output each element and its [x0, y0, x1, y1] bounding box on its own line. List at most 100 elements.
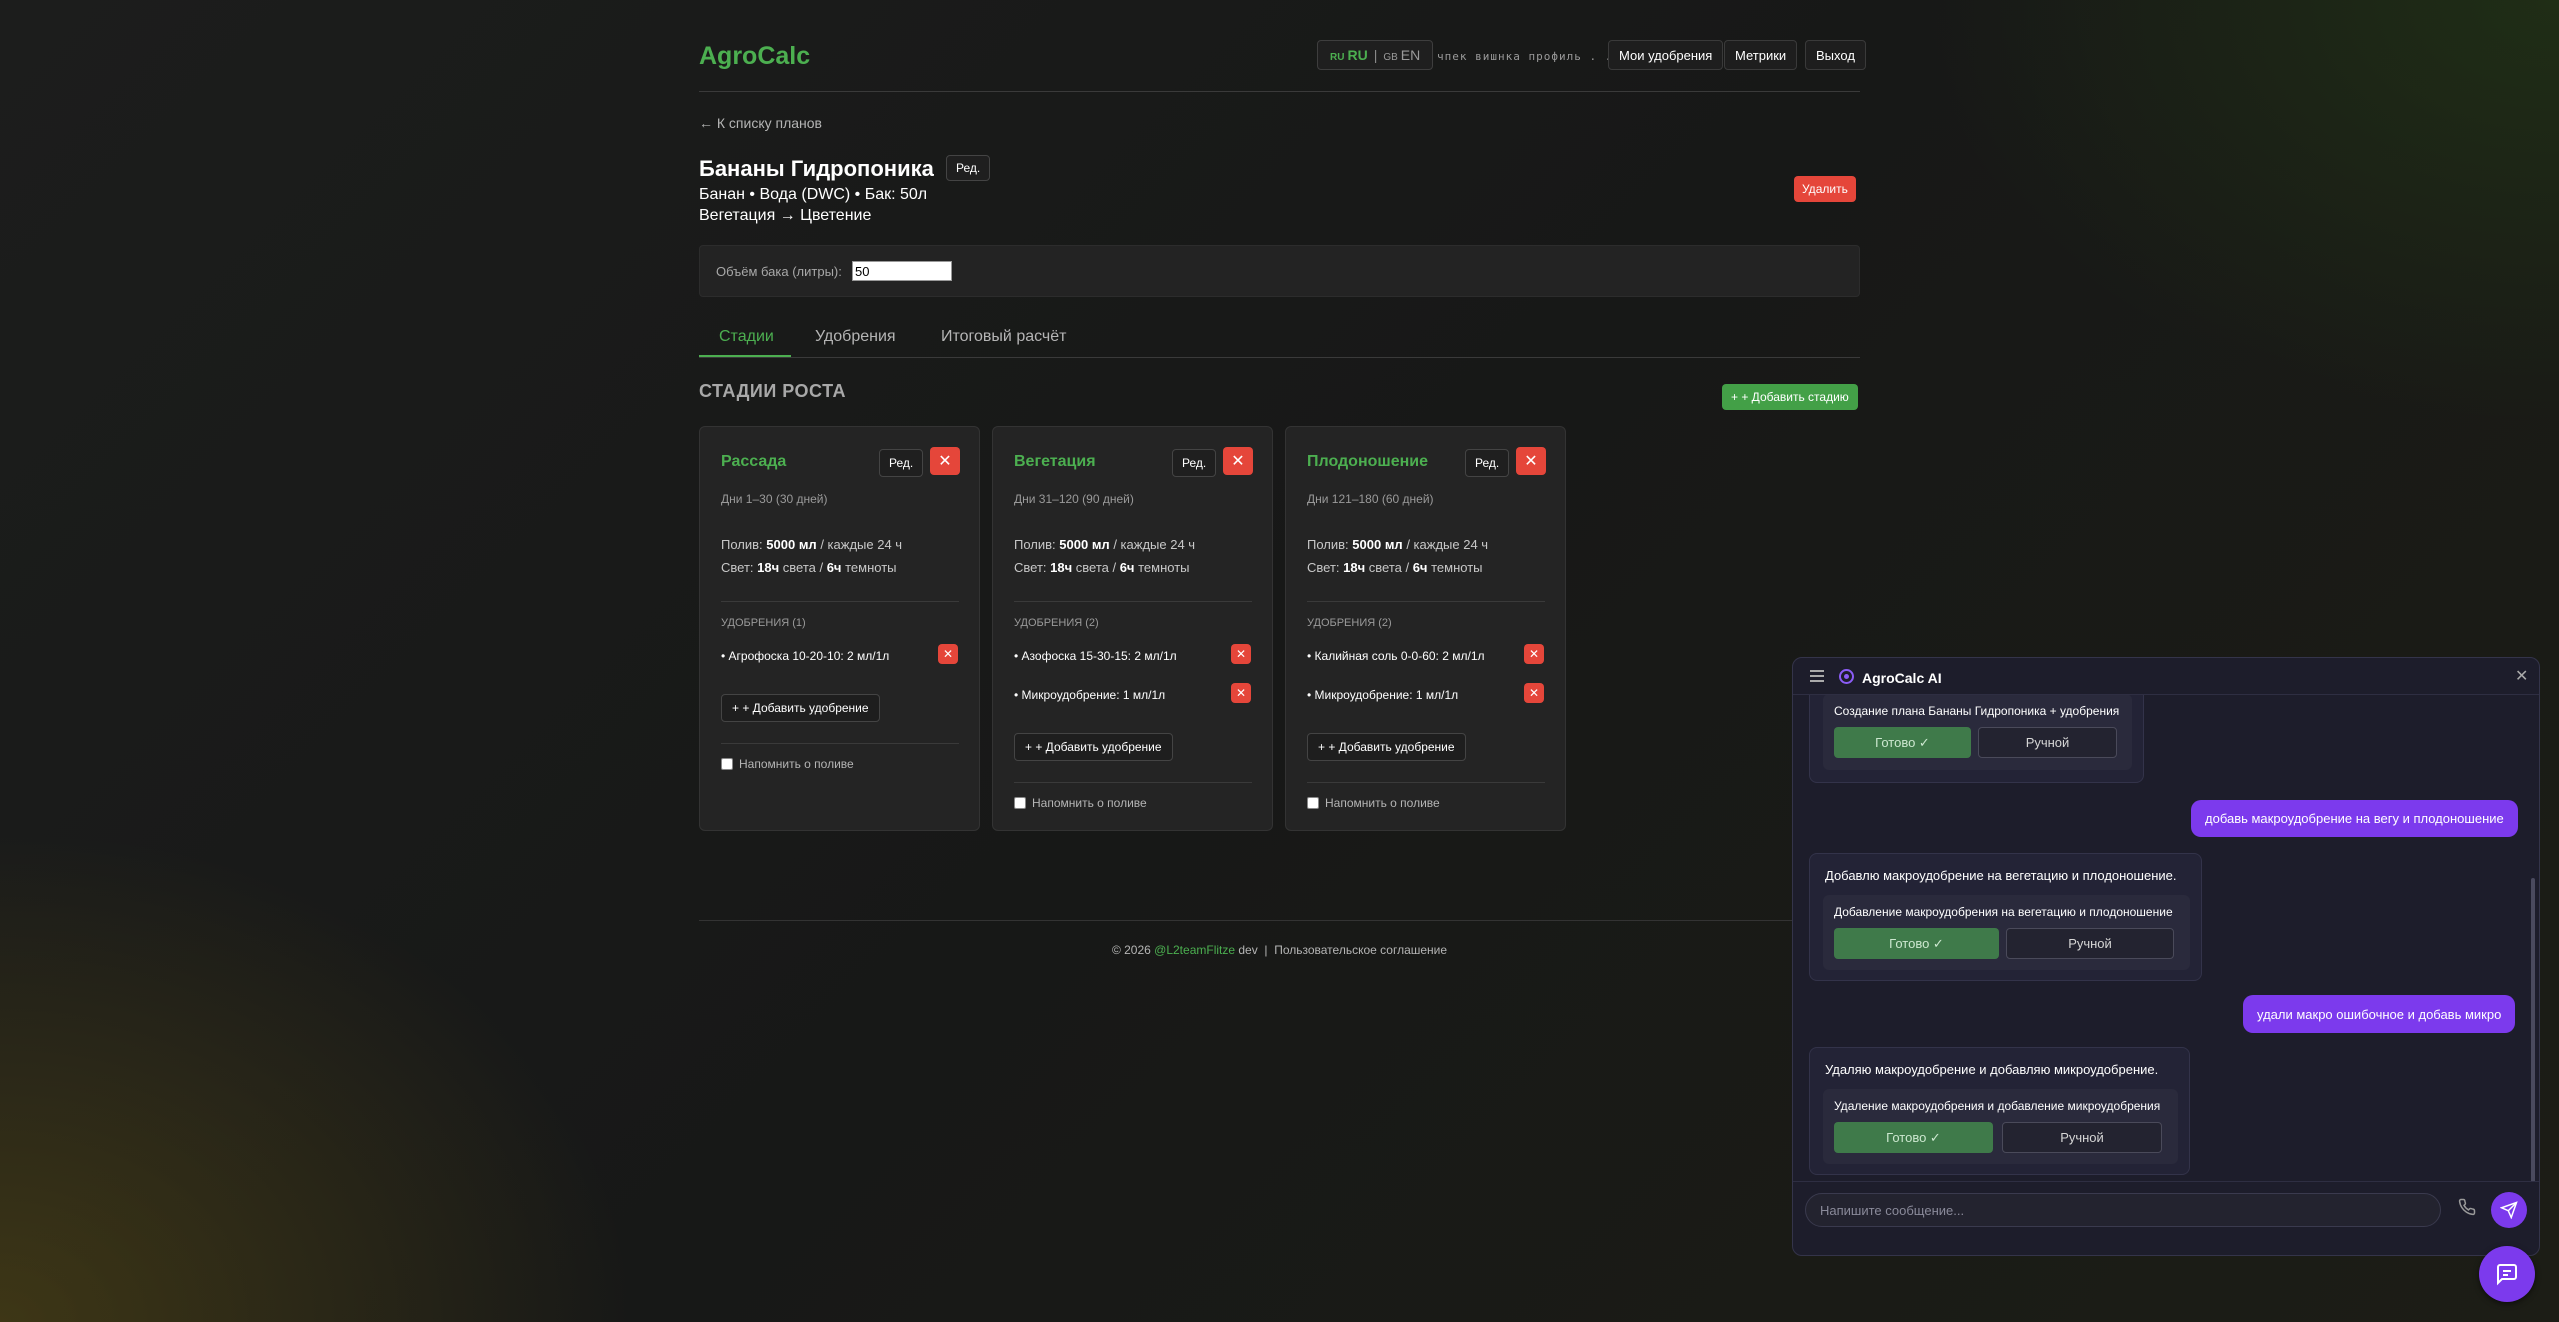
my-fertilizers-button[interactable]: Мои удобрения [1608, 40, 1724, 70]
delete-stage-button[interactable]: ✕ [930, 447, 960, 475]
reminder-checkbox[interactable] [721, 758, 733, 770]
add-fertilizer-button[interactable]: + + Добавить удобрение [1014, 733, 1173, 761]
remove-fertilizer-button[interactable]: ✕ [1524, 644, 1544, 664]
user-profile-link[interactable]: чпек вишнка профиль . . . [1437, 50, 1628, 63]
light-label: Свет: [1307, 560, 1340, 575]
fertilizer-item: • Микроудобрение: 1 мл/1л [1014, 688, 1166, 702]
logout-button[interactable]: Выход [1805, 40, 1866, 70]
stage-watering: Полив: 5000 мл / каждые 24 ч [1307, 537, 1488, 552]
chat-toggle-button[interactable] [2479, 1246, 2535, 1302]
fertilizer-item: • Агрофоска 10-20-10: 2 мл/1л [721, 649, 890, 663]
edit-stage-button[interactable]: Ред. [879, 449, 924, 477]
edit-stage-button[interactable]: Ред. [1172, 449, 1217, 477]
reminder-checkbox[interactable] [1014, 797, 1026, 809]
water-amount: 5000 мл [766, 537, 817, 552]
stage-name: Рассада [721, 453, 787, 470]
user-message: добавь макроудобрение на вегу и плодонош… [2191, 800, 2518, 837]
remove-fertilizer-button[interactable]: ✕ [1231, 683, 1251, 703]
top-header: AgroCalc RU RU | GB EN чпек вишнка профиль… [699, 38, 1866, 92]
stage-watering: Полив: 5000 мл / каждые 24 ч [1014, 537, 1195, 552]
send-icon [2500, 1201, 2518, 1219]
lang-ru-option[interactable]: RU RU [1330, 47, 1368, 63]
close-icon[interactable]: ✕ [2515, 666, 2528, 686]
action-title: Добавление макроудобрения на вегетацию и… [1834, 905, 2173, 919]
delete-stage-button[interactable]: ✕ [1223, 447, 1253, 475]
active-tab-indicator [699, 355, 791, 357]
divider [1014, 601, 1252, 602]
chat-scrollbar[interactable] [2531, 878, 2535, 1181]
lang-separator: | [1373, 47, 1378, 63]
tab-stages[interactable]: Стадии [719, 328, 774, 346]
remove-fertilizer-button[interactable]: ✕ [938, 644, 958, 664]
add-stage-button[interactable]: + + Добавить стадию [1722, 384, 1858, 410]
action-title: Удаление макроудобрения и добавление мик… [1834, 1099, 2161, 1113]
manual-button[interactable]: Ручной [2006, 928, 2174, 959]
reminder-label: Напомнить о поливе [1032, 796, 1147, 810]
plan-title: Бананы Гидропоника [699, 156, 934, 181]
fertilizer-item: • Азофоска 15-30-15: 2 мл/1л [1014, 649, 1177, 663]
add-fertilizer-button[interactable]: + + Добавить удобрение [721, 694, 880, 722]
chat-input-bar [1793, 1181, 2539, 1255]
edit-plan-button[interactable]: Ред. [946, 155, 991, 181]
user-agreement-link[interactable]: Пользовательское соглашение [1274, 943, 1447, 957]
watering-reminder[interactable]: Напомнить о поливе [721, 757, 854, 771]
action-card: Добавление макроудобрения на вегетацию и… [1823, 895, 2190, 970]
stage-name: Вегетация [1014, 453, 1096, 470]
user-message: удали макро ошибочное и добавь микро [2243, 995, 2516, 1033]
footer: © 2026 @L2teamFlitze dev | Пользовательс… [699, 943, 1860, 957]
chat-message-input[interactable] [1805, 1193, 2441, 1227]
back-to-plans-link[interactable]: ← К списку планов [699, 115, 822, 131]
edit-stage-button[interactable]: Ред. [1465, 449, 1510, 477]
tab-fertilizers[interactable]: Удобрения [815, 328, 896, 346]
tank-volume-input[interactable] [852, 261, 952, 281]
remove-fertilizer-button[interactable]: ✕ [1231, 644, 1251, 664]
fertilizers-heading: УДОБРЕНИЯ (2) [1014, 617, 1099, 629]
light-on-hours: 18ч [1050, 560, 1073, 575]
plan-stages-summary: Вегетация → Цветение [699, 207, 872, 224]
light-end: темноты [841, 560, 897, 575]
lang-en-option[interactable]: GB EN [1383, 47, 1420, 63]
delete-stage-button[interactable]: ✕ [1516, 447, 1546, 475]
logo[interactable]: AgroCalc [699, 42, 810, 71]
plan-meta: Банан • Вода (DWC) • Бак: 50л [699, 186, 928, 203]
divider [721, 743, 959, 744]
water-amount: 5000 мл [1352, 537, 1403, 552]
ai-logo-icon [1839, 669, 1854, 684]
metrics-button[interactable]: Метрики [1724, 40, 1798, 70]
language-switcher[interactable]: RU RU | GB EN [1317, 40, 1434, 70]
tab-total-calculation[interactable]: Итоговый расчёт [941, 328, 1067, 346]
stage-card: Вегетация Ред. ✕ Дни 31–120 (90 дней) По… [992, 426, 1273, 831]
plan-subtitle: Банан • Вода (DWC) • Бак: 50л Вегетация … [699, 184, 927, 226]
section-title: СТАДИИ РОСТА [699, 381, 846, 401]
phone-icon[interactable] [2458, 1198, 2478, 1218]
watering-reminder[interactable]: Напомнить о поливе [1014, 796, 1147, 810]
watering-label: Полив: [721, 537, 763, 552]
menu-icon[interactable] [1810, 670, 1824, 682]
reminder-checkbox[interactable] [1307, 797, 1319, 809]
watering-reminder[interactable]: Напомнить о поливе [1307, 796, 1440, 810]
footer-separator: | [1264, 943, 1268, 957]
fertilizers-heading: УДОБРЕНИЯ (2) [1307, 617, 1392, 629]
manual-button[interactable]: Ручной [2002, 1122, 2162, 1153]
stage-days: Дни 121–180 (60 дней) [1307, 492, 1434, 506]
divider [1307, 782, 1545, 783]
lang-ru-label: RU [1347, 47, 1368, 63]
done-button[interactable]: Готово ✓ [1834, 727, 1971, 758]
done-button[interactable]: Готово ✓ [1834, 928, 1999, 959]
light-off-hours: 6ч [1119, 560, 1135, 575]
remove-fertilizer-button[interactable]: ✕ [1524, 683, 1544, 703]
stage-days: Дни 31–120 (90 дней) [1014, 492, 1134, 506]
manual-button[interactable]: Ручной [1978, 727, 2117, 758]
watering-label: Полив: [1307, 537, 1349, 552]
done-button[interactable]: Готово ✓ [1834, 1122, 1993, 1153]
footer-copyright: © 2026 [1111, 943, 1155, 957]
plan-tabs: Стадии Удобрения Итоговый расчёт [699, 318, 1860, 358]
add-fertilizer-button[interactable]: + + Добавить удобрение [1307, 733, 1466, 761]
stage-name: Плодоношение [1307, 453, 1429, 470]
footer-brand-link[interactable]: @L2teamFlitze [1154, 943, 1235, 957]
reminder-label: Напомнить о поливе [1325, 796, 1440, 810]
tank-volume-panel: Объём бака (литры): [699, 245, 1860, 297]
send-button[interactable] [2491, 1192, 2527, 1228]
delete-plan-button[interactable]: Удалить [1794, 176, 1856, 202]
fertilizer-item: • Микроудобрение: 1 мл/1л [1307, 688, 1459, 702]
